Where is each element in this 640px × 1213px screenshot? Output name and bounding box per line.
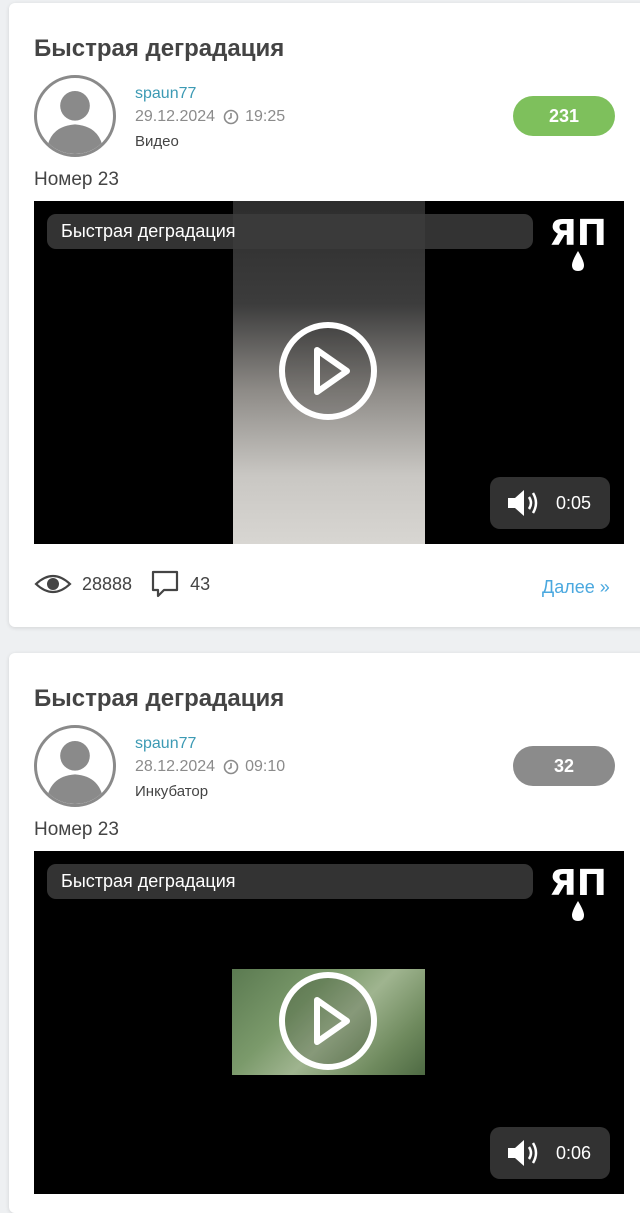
rating-badge[interactable]: 32 (513, 746, 615, 786)
avatar-icon (46, 90, 104, 154)
author-name[interactable]: spaun77 (135, 85, 196, 103)
time-text: 09:10 (245, 758, 286, 775)
author-avatar[interactable] (34, 725, 116, 807)
video-title: Быстрая деградация (47, 864, 533, 899)
yap-logo: ЯП (549, 863, 607, 921)
video-player[interactable]: Быстрая деградация ЯП 0:05 (34, 201, 624, 544)
comments-count[interactable]: 43 (190, 574, 210, 595)
play-icon[interactable] (277, 320, 379, 422)
author-avatar[interactable] (34, 75, 116, 157)
svg-text:ЯП: ЯП (549, 213, 607, 254)
rating-badge[interactable]: 231 (513, 96, 615, 136)
avatar-icon (46, 740, 104, 804)
read-more-link[interactable]: Далее » (542, 577, 610, 598)
post-category[interactable]: Инкубатор (135, 783, 208, 800)
play-icon[interactable] (277, 970, 379, 1072)
video-player[interactable]: Быстрая деградация ЯП 0:06 (34, 851, 624, 1194)
sound-toggle[interactable]: 0:05 (490, 477, 610, 529)
author-name[interactable]: spaun77 (135, 735, 196, 753)
post-text: Номер 23 (34, 169, 119, 190)
video-title: Быстрая деградация (47, 214, 533, 249)
time-text: 19:25 (245, 108, 286, 125)
yap-logo: ЯП (549, 213, 607, 271)
date-text: 28.12.2024 (135, 758, 216, 775)
volume-icon (508, 1140, 538, 1166)
clock-icon (223, 759, 239, 775)
post-date: 28.12.2024 09:10 (135, 758, 285, 776)
post-stats: 28888 43 (34, 569, 210, 599)
post-card: Быстрая деградация spaun77 29.12.2024 19… (9, 3, 640, 627)
comment-icon[interactable] (150, 569, 180, 599)
video-duration: 0:06 (556, 1142, 592, 1163)
post-text: Номер 23 (34, 819, 119, 840)
eye-icon (34, 574, 72, 594)
post-title[interactable]: Быстрая деградация (34, 685, 284, 713)
volume-icon (508, 490, 538, 516)
sound-toggle[interactable]: 0:06 (490, 1127, 610, 1179)
post-title[interactable]: Быстрая деградация (34, 35, 284, 63)
post-card: Быстрая деградация spaun77 28.12.2024 09… (9, 653, 640, 1213)
video-duration: 0:05 (556, 492, 592, 513)
svg-text:ЯП: ЯП (549, 863, 607, 904)
date-text: 29.12.2024 (135, 108, 216, 125)
post-date: 29.12.2024 19:25 (135, 108, 285, 126)
clock-icon (223, 109, 239, 125)
views-count: 28888 (82, 573, 133, 594)
post-category[interactable]: Видео (135, 133, 179, 150)
